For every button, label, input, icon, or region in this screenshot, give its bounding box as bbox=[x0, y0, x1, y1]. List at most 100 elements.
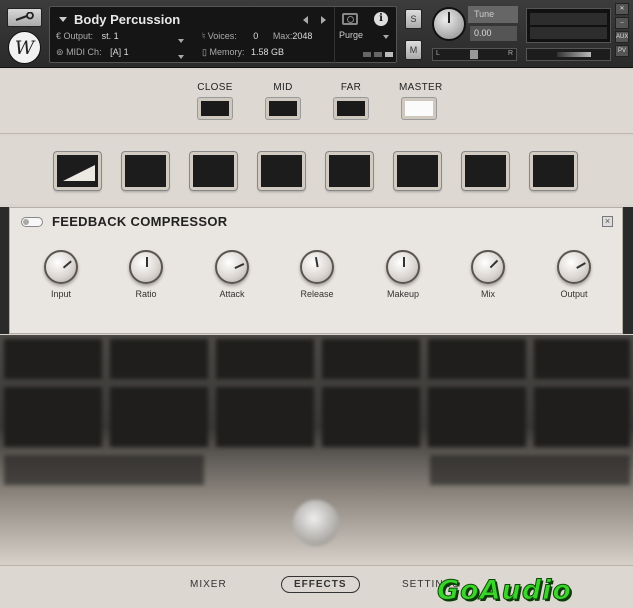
fx-slot-8[interactable] bbox=[530, 152, 577, 190]
knob-mix[interactable]: Mix bbox=[458, 250, 518, 299]
output-icon: € bbox=[56, 31, 62, 41]
memory-value: 1.58 GB bbox=[251, 47, 285, 57]
artwork-pad bbox=[4, 455, 204, 485]
max-value[interactable]: 2048 bbox=[292, 31, 312, 41]
release-knob[interactable] bbox=[300, 250, 334, 284]
artwork-knob bbox=[293, 500, 339, 546]
mic-selector: CLOSE MID FAR MASTER bbox=[0, 70, 633, 134]
brand-logo: W bbox=[8, 31, 41, 64]
instrument-name[interactable]: Body Percussion bbox=[74, 12, 180, 27]
pv-button[interactable]: PV bbox=[615, 45, 629, 57]
wrench-icon[interactable] bbox=[7, 8, 42, 27]
panel-edge-right bbox=[623, 207, 633, 334]
artwork-pad bbox=[216, 339, 314, 379]
artwork-pad bbox=[216, 387, 314, 447]
tune-knob[interactable] bbox=[432, 7, 466, 41]
mute-button[interactable]: M bbox=[405, 40, 422, 60]
fx-slot-7[interactable] bbox=[462, 152, 509, 190]
attack-knob[interactable] bbox=[215, 250, 249, 284]
artwork-pad bbox=[322, 339, 420, 379]
fx-slot-1[interactable] bbox=[54, 152, 101, 190]
info-icon[interactable]: i bbox=[374, 12, 388, 26]
output-row[interactable]: € Output: st. 1 bbox=[56, 31, 119, 41]
fx-title: FEEDBACK COMPRESSOR bbox=[52, 214, 228, 229]
fx-slot-4[interactable] bbox=[258, 152, 305, 190]
ratio-label: Ratio bbox=[135, 289, 157, 299]
solo-button[interactable]: S bbox=[405, 9, 422, 29]
knob-output[interactable]: Output bbox=[544, 250, 604, 299]
mix-knob[interactable] bbox=[471, 250, 505, 284]
voices-value: 0 bbox=[253, 31, 259, 41]
mic-close-label: CLOSE bbox=[197, 82, 233, 93]
divider bbox=[334, 7, 335, 64]
mic-master[interactable]: MASTER bbox=[399, 82, 443, 119]
knob-makeup[interactable]: Makeup bbox=[373, 250, 433, 299]
artwork-pad bbox=[428, 339, 526, 379]
voices-icon: ♮ bbox=[202, 31, 206, 41]
voices-row: ♮ Voices: 0 Max:2048 bbox=[202, 31, 312, 42]
camera-icon[interactable] bbox=[342, 13, 358, 25]
pan-slider[interactable]: L R bbox=[432, 48, 517, 61]
watermark-logo: GoAudio bbox=[437, 575, 572, 607]
fx-bypass-toggle[interactable] bbox=[21, 217, 43, 227]
pan-left-label: L bbox=[436, 50, 440, 57]
artwork-pad bbox=[428, 387, 526, 447]
tune-value[interactable]: 0.00 bbox=[470, 26, 517, 41]
mic-master-label: MASTER bbox=[399, 82, 443, 93]
close-icon[interactable]: × bbox=[602, 216, 613, 227]
tune-label: Tune bbox=[474, 9, 495, 19]
tab-effects[interactable]: EFFECTS bbox=[281, 576, 360, 593]
output-caret-icon[interactable] bbox=[178, 35, 184, 45]
mic-close-button[interactable] bbox=[198, 98, 232, 119]
instrument-menu-chevron-icon[interactable] bbox=[59, 17, 67, 22]
compressor-ramp-icon bbox=[63, 165, 95, 181]
knob-attack[interactable]: Attack bbox=[202, 250, 262, 299]
kontakt-header: W Body Percussion i € Output: st. 1 ⊚ MI… bbox=[0, 0, 633, 68]
output-knob[interactable] bbox=[557, 250, 591, 284]
next-instrument-icon[interactable] bbox=[321, 16, 326, 24]
level-meter bbox=[526, 8, 611, 43]
fx-slot-6[interactable] bbox=[394, 152, 441, 190]
mic-mid-label: MID bbox=[273, 82, 293, 93]
background-artwork bbox=[0, 335, 633, 565]
memory-row: ▯ Memory: 1.58 GB bbox=[202, 47, 284, 58]
mic-mid-button[interactable] bbox=[266, 98, 300, 119]
midi-caret-icon[interactable] bbox=[178, 51, 184, 61]
knob-input[interactable]: Input bbox=[31, 250, 91, 299]
knob-release[interactable]: Release bbox=[287, 250, 347, 299]
pan-handle[interactable] bbox=[470, 50, 478, 59]
aux-button[interactable]: AUX bbox=[615, 31, 629, 43]
knob-ratio[interactable]: Ratio bbox=[116, 250, 176, 299]
minimize-icon[interactable]: – bbox=[615, 17, 629, 29]
mic-close[interactable]: CLOSE bbox=[195, 82, 235, 119]
input-knob[interactable] bbox=[44, 250, 78, 284]
ratio-knob[interactable] bbox=[129, 250, 163, 284]
volume-slider[interactable] bbox=[526, 48, 611, 61]
mic-far-button[interactable] bbox=[334, 98, 368, 119]
fx-slot-5[interactable] bbox=[326, 152, 373, 190]
mic-master-button[interactable] bbox=[402, 98, 436, 119]
purge-meter bbox=[363, 52, 393, 57]
prev-instrument-icon[interactable] bbox=[303, 16, 308, 24]
fx-slot-2[interactable] bbox=[122, 152, 169, 190]
artwork-pad bbox=[110, 387, 208, 447]
artwork-pad bbox=[430, 455, 630, 485]
fx-slot-3[interactable] bbox=[190, 152, 237, 190]
artwork-pad bbox=[4, 387, 102, 447]
midi-row[interactable]: ⊚ MIDI Ch: [A] 1 bbox=[56, 47, 129, 58]
close-icon[interactable]: ✕ bbox=[615, 3, 629, 15]
fx-slot-row bbox=[0, 136, 633, 204]
pan-right-label: R bbox=[507, 50, 513, 57]
midi-label: MIDI Ch: bbox=[66, 47, 102, 57]
artwork-pad bbox=[322, 387, 420, 447]
tab-mixer[interactable]: MIXER bbox=[190, 579, 227, 590]
footer-tabs: MIXER EFFECTS SETTINGS GoAudio bbox=[0, 565, 633, 608]
instrument-panel: Body Percussion i € Output: st. 1 ⊚ MIDI… bbox=[49, 6, 397, 64]
makeup-knob[interactable] bbox=[386, 250, 420, 284]
artwork-pad bbox=[534, 339, 630, 379]
mic-far[interactable]: FAR bbox=[331, 82, 371, 119]
purge-button[interactable]: Purge bbox=[339, 30, 363, 40]
output-value: st. 1 bbox=[101, 31, 119, 41]
purge-caret-icon[interactable] bbox=[383, 35, 389, 39]
mic-mid[interactable]: MID bbox=[263, 82, 303, 119]
